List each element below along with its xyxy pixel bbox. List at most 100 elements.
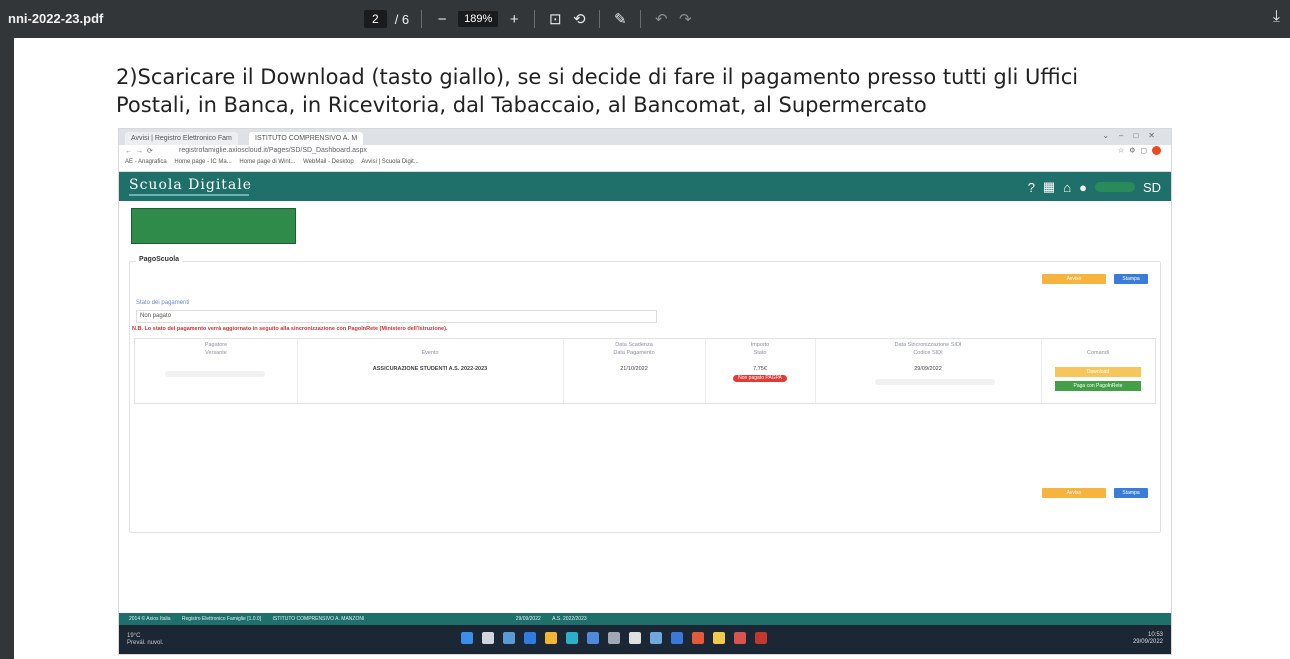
print-button-bottom[interactable]: Stampa xyxy=(1114,488,1148,498)
footer-item: ISTITUTO COMPRENSIVO A. MANZONI xyxy=(272,616,365,622)
plus-icon[interactable]: + xyxy=(506,11,522,28)
header-amount: Importo Stato xyxy=(750,342,770,356)
divider xyxy=(534,10,536,28)
download-notice-button[interactable]: Avviso xyxy=(1042,274,1106,284)
redo-icon[interactable]: ↷ xyxy=(677,10,693,28)
fit-page-icon[interactable]: ⊡ xyxy=(547,10,563,28)
pdf-controls: 2 / 6 − 189% + ⊡ ⟲ ✎ ↶ ↷ xyxy=(364,7,693,31)
app-icon xyxy=(650,632,662,644)
pdf-filename: nni-2022-23.pdf xyxy=(8,11,104,26)
redacted-payer xyxy=(165,371,265,377)
sd-logo-icon: SD xyxy=(1142,179,1161,195)
app-icon xyxy=(629,632,641,644)
embedded-screenshot: Avvisi | Registro Elettronico Fam ISTITU… xyxy=(118,128,1172,655)
sync-note: N.B. Lo stato del pagamento verrà aggior… xyxy=(132,326,448,332)
page-total: / 6 xyxy=(394,11,410,27)
row-amount-cell: 7,75€ Non pagato PAGPA xyxy=(705,365,815,382)
browser-tab-active: ISTITUTO COMPRENSIVO A. M xyxy=(249,132,364,145)
app-icon xyxy=(713,632,725,644)
app-logo: Scuola Digitale xyxy=(129,177,253,193)
pdf-toolbar: nni-2022-23.pdf 2 / 6 − 189% + ⊡ ⟲ ✎ ↶ ↷… xyxy=(0,0,1290,38)
bookmark: Home page - IC Ma... xyxy=(174,159,232,165)
footer-item: Registro Elettronico Famiglie [1.0.0] xyxy=(181,616,262,622)
app-icon xyxy=(734,632,746,644)
app-footer: 2014 © Axios Italia Registro Elettronico… xyxy=(119,613,1171,625)
app-icon xyxy=(755,632,767,644)
bookmark: AE - Anagrafica xyxy=(125,159,167,165)
clock-time: 10:53 xyxy=(1147,632,1163,638)
profile-icon xyxy=(1152,146,1161,155)
download-notice-button-bottom[interactable]: Avviso xyxy=(1042,488,1106,498)
minus-icon[interactable]: − xyxy=(434,11,450,28)
footer-item: 2014 © Axios Italia xyxy=(129,616,171,622)
status-badge: Non pagato PAGPA xyxy=(733,375,787,382)
divider xyxy=(640,10,642,28)
task-view-icon xyxy=(503,632,515,644)
header-event: Evento xyxy=(421,350,439,356)
taskbar-clock: 10:53 29/09/2022 xyxy=(1133,632,1163,646)
status-label: Stato dei pagamenti xyxy=(136,300,190,306)
taskbar-apps xyxy=(461,632,767,644)
header-dates: Data Scadenza Data Pagamento xyxy=(613,342,655,356)
divider xyxy=(599,10,601,28)
help-icon: ? xyxy=(1027,179,1035,195)
chrome-icon xyxy=(692,632,704,644)
header-sync: Data Sincronizzazione SIDI Codice SIDI xyxy=(894,342,962,356)
divider xyxy=(421,10,423,28)
pay-online-button[interactable]: Paga con PagoInRete xyxy=(1055,381,1141,391)
start-icon xyxy=(461,632,473,644)
row-amount: 7,75€ xyxy=(753,366,767,372)
pagoscuola-panel: PagoScuola Avviso Stampa Stato dei pagam… xyxy=(129,256,1161,533)
bookmark: Home page di Wint... xyxy=(239,159,296,165)
download-icon[interactable]: ⤓ xyxy=(1273,8,1280,26)
redacted-sidi-code xyxy=(875,379,995,385)
header-payer: Pagatore Versante xyxy=(204,342,228,356)
calendar-icon: ▦ xyxy=(1042,179,1056,194)
browser-tab-strip: Avvisi | Registro Elettronico Fam ISTITU… xyxy=(119,129,1171,145)
pdf-page: 2)Scaricare il Download (tasto giallo), … xyxy=(14,38,1290,659)
clock-date: 29/09/2022 xyxy=(1132,639,1163,645)
page-number-input[interactable]: 2 xyxy=(364,10,387,28)
app-icon xyxy=(608,632,620,644)
home-icon: ⌂ xyxy=(1063,179,1072,195)
footer-item: 29/09/2022 xyxy=(515,616,541,622)
user-icon: ● xyxy=(1079,179,1087,195)
store-icon xyxy=(566,632,578,644)
user-name-redacted xyxy=(1094,182,1135,192)
undo-icon[interactable]: ↶ xyxy=(653,10,669,28)
app-icon xyxy=(587,632,599,644)
header-icons: ? ▦ ⌂ ● SD xyxy=(1028,179,1161,195)
window-controls: ⌄–□✕ xyxy=(1102,131,1165,140)
download-command-button[interactable]: Download xyxy=(1055,367,1141,377)
app-header: Scuola Digitale ? ▦ ⌂ ● SD xyxy=(119,172,1171,201)
panel-title: PagoScuola xyxy=(136,256,183,263)
instruction-text: 2)Scaricare il Download (tasto giallo), … xyxy=(116,65,1079,117)
app-icon xyxy=(671,632,683,644)
bookmarks-bar: AE - Anagrafica Home page - IC Ma... Hom… xyxy=(119,159,1171,172)
browser-address-bar: ←→⟳ registrofamiglie.axioscloud.it/Pages… xyxy=(119,145,1171,159)
status-select[interactable]: Non pagato xyxy=(136,310,657,323)
weather-temp: 19°C xyxy=(127,633,141,639)
windows-taskbar: 19°C Prevál. nuvol. 10:53 29/09/2022 xyxy=(119,625,1171,654)
redacted-student-card xyxy=(131,208,296,244)
search-icon xyxy=(482,632,494,644)
header-commands: Comandi xyxy=(1086,350,1109,356)
row-due-date: 21/10/2022 xyxy=(620,366,648,372)
address-url: registrofamiglie.axioscloud.it/Pages/SD/… xyxy=(179,147,367,154)
logo-underline xyxy=(129,194,249,196)
annotate-icon[interactable]: ✎ xyxy=(612,10,628,28)
browser-nav-icons: ←→⟳ xyxy=(125,148,157,155)
edge-icon xyxy=(524,632,536,644)
weather-widget: 19°C Prevál. nuvol. xyxy=(127,633,163,647)
footer-item: A.S. 2022/2023 xyxy=(552,616,587,622)
zoom-input[interactable]: 189% xyxy=(458,11,499,27)
bookmark: Avvisi | Scuola Digit... xyxy=(361,159,419,165)
rotate-icon[interactable]: ⟲ xyxy=(571,10,587,28)
payments-table: Pagatore Versante Evento Data Scadenza D… xyxy=(134,338,1156,404)
print-button[interactable]: Stampa xyxy=(1114,274,1148,284)
explorer-icon xyxy=(545,632,557,644)
extension-icons: ☆⚙▢ xyxy=(1118,146,1161,155)
row-sync-date: 29/09/2022 xyxy=(914,366,942,372)
row-event: ASSICURAZIONE STUDENTI A.S. 2022-2023 xyxy=(372,366,488,372)
browser-tab: Avvisi | Registro Elettronico Fam xyxy=(125,132,238,145)
